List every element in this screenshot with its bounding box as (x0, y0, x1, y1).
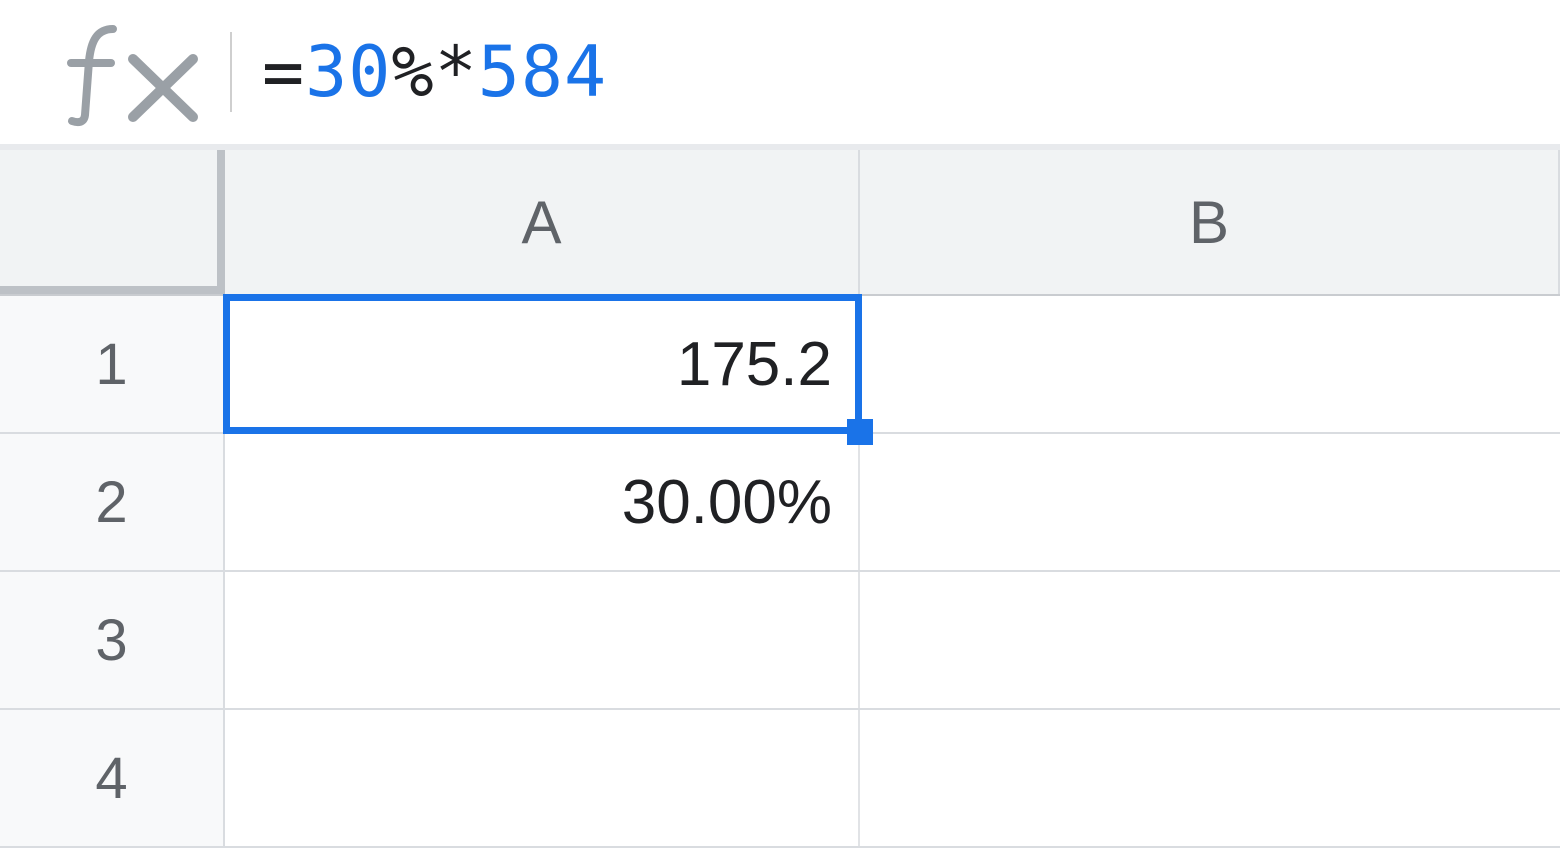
row-1: 1 175.2 (0, 296, 1560, 434)
row-3: 3 (0, 572, 1560, 710)
row-4: 4 (0, 710, 1560, 848)
cell-B4[interactable] (860, 710, 1560, 846)
select-all-corner[interactable] (0, 150, 225, 294)
row-header-1[interactable]: 1 (0, 296, 225, 432)
cell-B1[interactable] (860, 296, 1560, 432)
row-2: 2 30.00% (0, 434, 1560, 572)
column-header-row: A B (0, 150, 1560, 296)
formula-input[interactable]: =30%*584 (262, 31, 607, 113)
column-header-A[interactable]: A (225, 150, 860, 294)
fx-icon[interactable] (40, 17, 230, 127)
formula-bar: =30%*584 (0, 0, 1560, 150)
row-header-2[interactable]: 2 (0, 434, 225, 570)
cell-A4[interactable] (225, 710, 860, 846)
cell-A1[interactable]: 175.2 (225, 296, 860, 432)
selection-fill-handle[interactable] (847, 419, 873, 445)
row-header-4[interactable]: 4 (0, 710, 225, 846)
cell-B3[interactable] (860, 572, 1560, 708)
cell-B2[interactable] (860, 434, 1560, 570)
column-header-B[interactable]: B (860, 150, 1560, 294)
formula-bar-divider (230, 32, 232, 112)
spreadsheet-grid: A B 1 175.2 2 30.00% 3 4 (0, 150, 1560, 848)
row-header-3[interactable]: 3 (0, 572, 225, 708)
cell-A3[interactable] (225, 572, 860, 708)
cell-A2[interactable]: 30.00% (225, 434, 860, 570)
